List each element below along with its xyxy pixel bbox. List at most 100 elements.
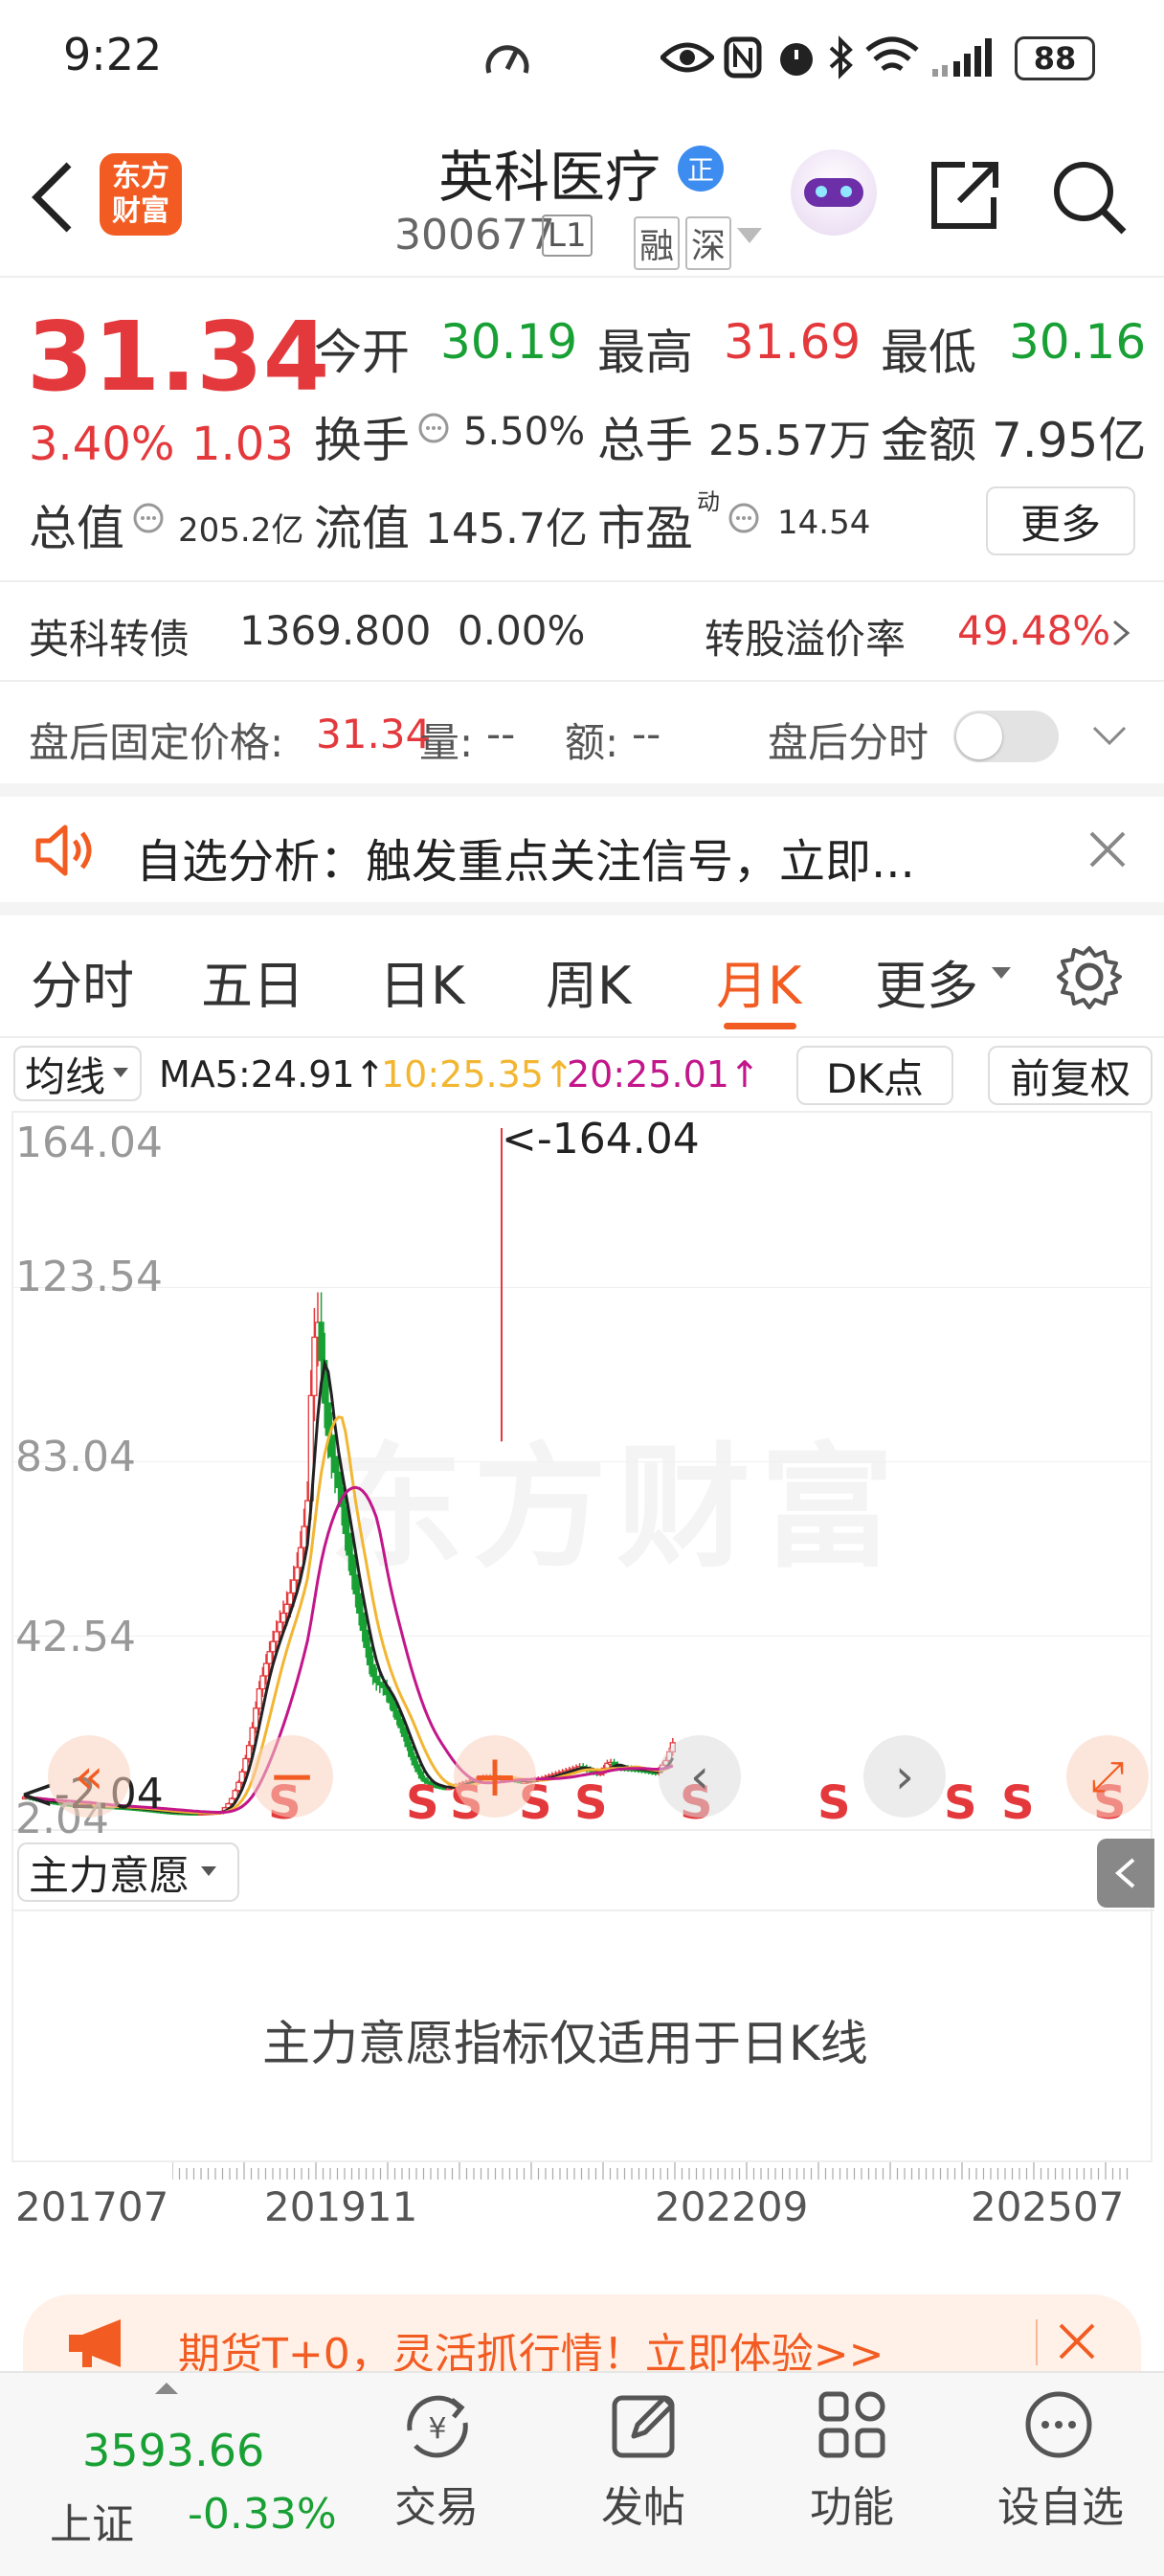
- after-hours-toggle[interactable]: [953, 711, 1059, 762]
- side-panel-toggle[interactable]: [1097, 1839, 1154, 1908]
- more-button[interactable]: 更多: [986, 486, 1135, 555]
- adjust-price-button[interactable]: 前复权: [988, 1046, 1153, 1105]
- signal-mark: S: [817, 1776, 851, 1830]
- after-hours-price: 31.34: [316, 711, 432, 757]
- candle-body: [373, 1675, 380, 1683]
- verified-badge-text: 正: [686, 154, 714, 186]
- info-icon[interactable]: [728, 502, 760, 534]
- gear-icon[interactable]: [1057, 944, 1122, 1009]
- index-value[interactable]: 3593.66: [82, 2425, 264, 2476]
- indicator-dropdown-label: 主力意愿: [29, 1851, 190, 1899]
- close-icon[interactable]: [1087, 829, 1128, 870]
- chart-next-button[interactable]: ›: [863, 1735, 946, 1818]
- nav-functions[interactable]: 功能: [766, 2473, 938, 2534]
- candle-body: [262, 1662, 270, 1677]
- low-value: 30.16: [1009, 314, 1147, 370]
- more-chat-icon[interactable]: [1022, 2388, 1095, 2461]
- mktcap-value: 205.2亿: [178, 511, 304, 550]
- app-logo-text: 东方 财富: [112, 160, 169, 228]
- active-tab-indicator: [724, 1023, 796, 1029]
- fullscreen-button[interactable]: ⤢: [1066, 1735, 1149, 1818]
- candle-body: [280, 1612, 287, 1623]
- close-icon[interactable]: [1057, 2321, 1097, 2361]
- candle-body: [346, 1532, 352, 1556]
- chart-first-button[interactable]: «: [48, 1735, 130, 1818]
- after-hours-price-label: 盘后固定价格:: [29, 719, 284, 766]
- tab-more[interactable]: 更多: [875, 943, 978, 1019]
- caret-up-icon: [155, 2383, 178, 2394]
- app-logo[interactable]: 东方 财富: [100, 153, 182, 236]
- info-icon[interactable]: [417, 412, 450, 444]
- back-arrow-icon[interactable]: [29, 161, 77, 234]
- chevron-right-icon: [1113, 620, 1130, 646]
- tab-five-day[interactable]: 五日: [201, 943, 304, 1019]
- battery-icon: 88: [1015, 36, 1095, 80]
- candle-body: [256, 1687, 262, 1709]
- tab-minute[interactable]: 分时: [31, 943, 134, 1019]
- chevron-down-icon[interactable]: [1091, 724, 1128, 747]
- candle-body: [311, 1336, 318, 1396]
- nav-post[interactable]: 发帖: [557, 2473, 729, 2534]
- indicator-dropdown[interactable]: 主力意愿: [17, 1842, 239, 1902]
- tab-monthly-k[interactable]: 月K: [716, 943, 801, 1019]
- margin-tag: 融: [634, 216, 681, 270]
- speed-icon: [485, 45, 529, 74]
- quote-panel: 31.34 3.40% 1.03 今开 30.19 最高 31.69 最低 30…: [0, 278, 1164, 584]
- after-hours-vol-label: 量:: [419, 719, 474, 766]
- nav-add-watchlist[interactable]: 设自选: [974, 2473, 1147, 2534]
- toggle-knob: [956, 713, 1002, 759]
- volume-value: 25.57万: [708, 417, 871, 465]
- post-icon[interactable]: [609, 2388, 682, 2461]
- change-amount: 1.03: [191, 418, 294, 471]
- x-tick-label: 202507: [971, 2183, 1125, 2230]
- candle-body: [397, 1718, 404, 1729]
- market-tag: 深: [685, 216, 732, 270]
- volume-label: 总手: [597, 413, 693, 468]
- info-icon[interactable]: [132, 502, 165, 534]
- candle-body: [283, 1603, 290, 1615]
- index-change[interactable]: -0.33%: [188, 2490, 337, 2539]
- tab-weekly-k[interactable]: 周K: [546, 943, 631, 1019]
- chart-prev-button[interactable]: ‹: [659, 1735, 741, 1818]
- low-label: 最低: [881, 325, 976, 380]
- dk-point-button[interactable]: DK点: [796, 1046, 953, 1105]
- zoom-out-button[interactable]: −: [251, 1735, 333, 1818]
- amount-label: 金额: [881, 413, 976, 468]
- index-name[interactable]: 上证: [50, 2490, 134, 2551]
- y-tick-label: 123.54: [15, 1253, 163, 1301]
- trade-icon[interactable]: ¥: [400, 2392, 475, 2461]
- after-hours-vol: --: [486, 711, 516, 757]
- nfc-icon: [724, 36, 762, 79]
- candle-body: [391, 1702, 397, 1712]
- candle-body: [273, 1631, 280, 1642]
- bond-row[interactable]: 英科转债 1369.800 0.00% 转股溢价率 49.48%: [0, 582, 1164, 678]
- candle-body: [352, 1573, 359, 1594]
- zoom-in-button[interactable]: +: [454, 1735, 536, 1818]
- tag-dropdown-icon[interactable]: [737, 228, 762, 245]
- share-icon[interactable]: [927, 159, 1001, 234]
- candle-body: [270, 1640, 277, 1653]
- candle-body: [366, 1646, 373, 1666]
- search-icon[interactable]: [1051, 159, 1128, 236]
- candle-body: [335, 1471, 342, 1488]
- candle-body: [359, 1612, 366, 1632]
- y-tick-label: 164.04: [15, 1119, 163, 1167]
- assistant-avatar[interactable]: [791, 149, 877, 236]
- tab-daily-k[interactable]: 日K: [379, 943, 464, 1019]
- kline-chart[interactable]: 东方财富: [11, 1111, 1153, 1831]
- bond-change: 0.00%: [458, 607, 586, 654]
- change-percent: 3.40%: [29, 418, 175, 471]
- candle-body: [242, 1757, 249, 1773]
- nav-trade[interactable]: 交易: [350, 2473, 523, 2534]
- svg-text:¥: ¥: [428, 2412, 446, 2446]
- candle-body: [411, 1755, 417, 1766]
- x-tick-label: 202209: [655, 2183, 809, 2230]
- signal-mark: S: [944, 1776, 977, 1830]
- notice-bar[interactable]: 自选分析：触发重点关注信号，立即...: [0, 797, 1164, 902]
- ma-dropdown[interactable]: 均线: [13, 1046, 142, 1101]
- mktcap-label: 总值: [29, 501, 124, 556]
- indicator-message: 主力意愿指标仅适用于日K线: [262, 2016, 868, 2071]
- apps-icon[interactable]: [816, 2388, 888, 2461]
- stock-name[interactable]: 英科医疗: [438, 132, 660, 213]
- divider: [13, 1909, 1154, 1911]
